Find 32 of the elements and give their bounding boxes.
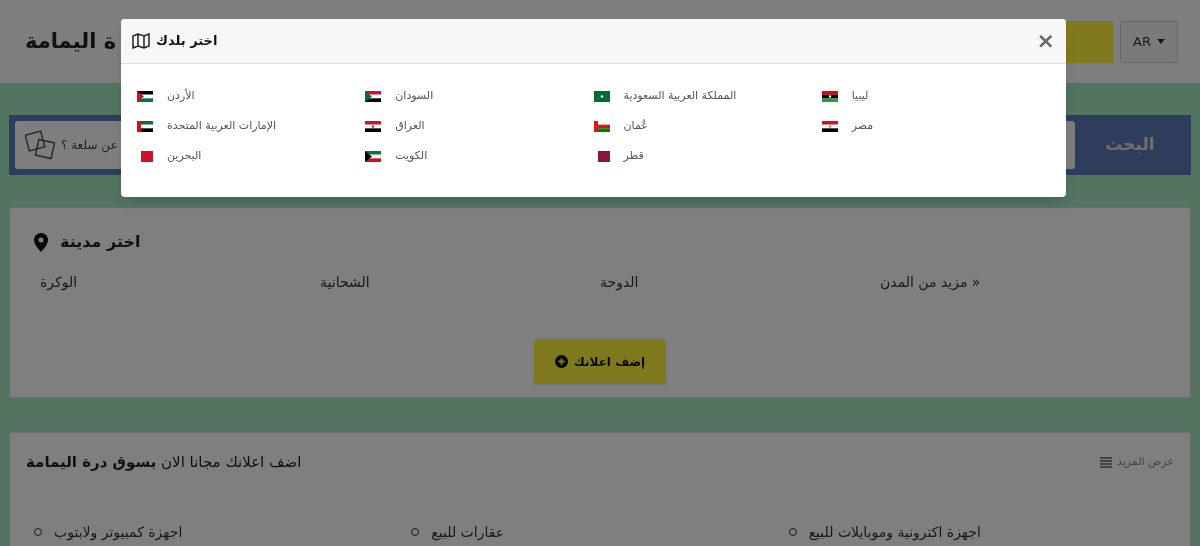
country-link[interactable]: قطر — [623, 147, 644, 165]
city-link[interactable]: الوكرة — [40, 272, 78, 293]
category-link[interactable]: اجهزة اكترونية وموبايلات للبيع — [808, 521, 981, 543]
country-link[interactable]: عُمان — [623, 117, 648, 135]
site-title: ة اليمامة — [25, 27, 117, 55]
category-link[interactable]: عقارات للبيع — [431, 521, 505, 543]
city-link[interactable]: « مزيد من المدن — [880, 272, 981, 293]
country-link[interactable]: البحرين — [167, 147, 202, 165]
country-link[interactable]: مصر — [851, 117, 874, 135]
plus-circle-icon — [554, 355, 568, 368]
country-link[interactable]: المملكة العربية السعودية — [623, 87, 737, 105]
map-pin-icon — [34, 232, 48, 252]
city-link[interactable]: الشحانية — [320, 272, 370, 293]
add-ad-button[interactable]: إضف اعلانك — [534, 339, 666, 384]
modal-title: اختر بلدك — [156, 32, 218, 51]
city-link[interactable]: الدوحة — [600, 272, 639, 293]
close-button[interactable]: × — [1036, 30, 1055, 52]
country-link[interactable]: السودان — [395, 87, 434, 105]
caret-icon — [1157, 39, 1165, 44]
category-link[interactable]: اجهزة كمبيوتر ولابتوب — [54, 521, 183, 543]
country-link[interactable]: الكويت — [395, 147, 428, 165]
language-dropdown[interactable]: AR — [1120, 20, 1178, 63]
map-icon — [132, 33, 150, 49]
country-link[interactable]: العراق — [395, 117, 425, 135]
promo-title: اضف اعلانك مجانا الان بسوق درة اليمامة — [26, 452, 302, 473]
country-link[interactable]: الأردن — [167, 87, 195, 105]
squares-icon — [25, 129, 57, 161]
city-card-title: اختر مدينة — [60, 231, 141, 253]
search-text: عن سلعة ؟ — [61, 137, 118, 154]
list-icon — [1099, 456, 1112, 468]
country-link[interactable]: الإمارات العربية المتحدة — [167, 117, 277, 135]
country-link[interactable]: ليبيا — [851, 87, 869, 105]
